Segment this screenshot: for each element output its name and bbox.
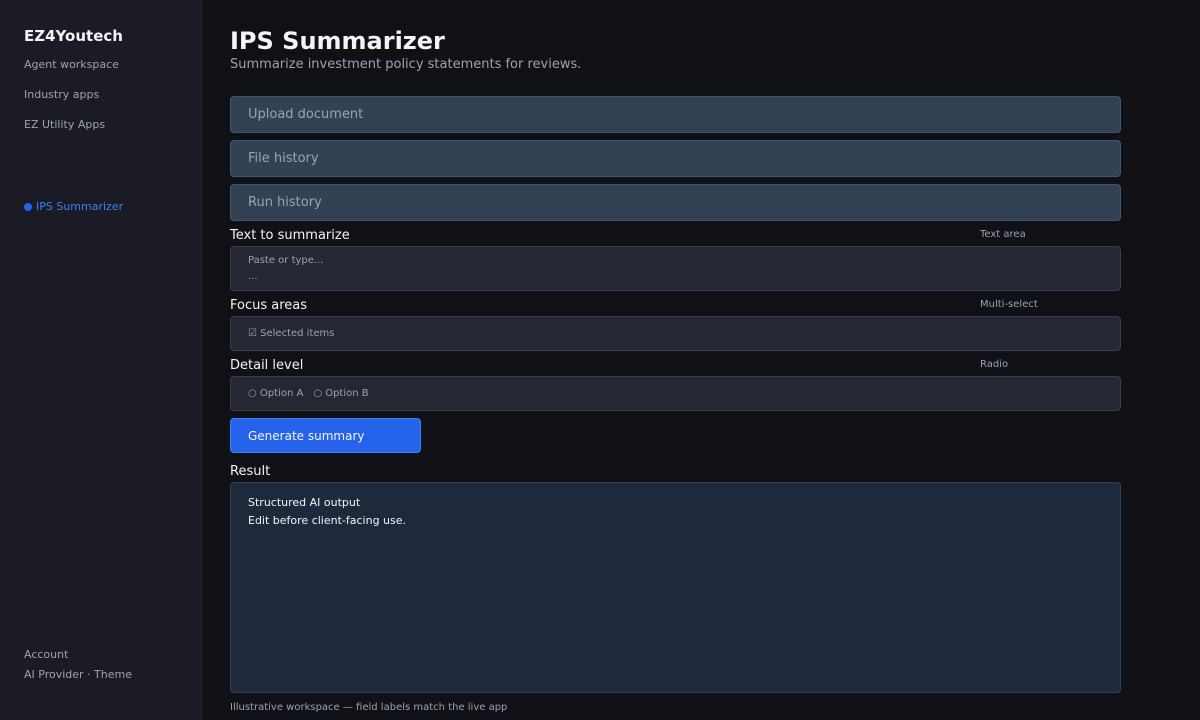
file-history-section[interactable]: File history bbox=[230, 140, 1121, 177]
sidebar-item-label: IPS Summarizer bbox=[36, 200, 124, 213]
result-line: Structured AI output bbox=[248, 496, 361, 509]
page-title: IPS Summarizer bbox=[230, 27, 445, 55]
sidebar: EZ4Youtech Agent workspace Industry apps… bbox=[0, 0, 202, 720]
text-to-summarize-label: Text to summarize bbox=[230, 228, 350, 243]
main-content: IPS Summarizer Summarize investment poli… bbox=[230, 0, 1122, 720]
account-link[interactable]: Account bbox=[24, 648, 68, 661]
detail-level-radio-group: ○ Option A ○ Option B bbox=[230, 376, 1121, 411]
field-type-radio: Radio bbox=[980, 359, 1009, 370]
field-type-multi-select: Multi-select bbox=[980, 299, 1038, 310]
upload-document-section[interactable]: Upload document bbox=[230, 96, 1121, 133]
sidebar-item-industry-apps[interactable]: Industry apps bbox=[24, 88, 99, 101]
focus-areas-label: Focus areas bbox=[230, 298, 308, 313]
detail-level-label: Detail level bbox=[230, 358, 304, 373]
field-type-text-area: Text area bbox=[980, 229, 1026, 240]
page-subtitle: Summarize investment policy statements f… bbox=[230, 57, 582, 72]
footer-note: Illustrative workspace — field labels ma… bbox=[230, 702, 508, 713]
result-output[interactable]: Structured AI output Edit before client-… bbox=[230, 482, 1121, 693]
textarea-ellipsis: ... bbox=[248, 271, 258, 282]
run-history-section[interactable]: Run history bbox=[230, 184, 1121, 221]
active-dot-icon bbox=[24, 202, 32, 211]
textarea-placeholder: Paste or type... bbox=[248, 255, 324, 266]
ai-provider-theme-link[interactable]: AI Provider · Theme bbox=[24, 668, 132, 681]
radio-option-b[interactable]: ○ Option B bbox=[313, 388, 368, 399]
multiselect-value: ☑ Selected items bbox=[248, 328, 335, 339]
sidebar-item-ips-summarizer[interactable]: IPS Summarizer bbox=[24, 200, 123, 213]
result-label: Result bbox=[230, 464, 271, 479]
radio-option-a[interactable]: ○ Option A bbox=[248, 388, 303, 399]
text-to-summarize-input[interactable]: Paste or type... ... bbox=[230, 246, 1121, 291]
focus-areas-multiselect[interactable]: ☑ Selected items bbox=[230, 316, 1121, 351]
brand-title: EZ4Youtech bbox=[24, 27, 123, 45]
sidebar-item-agent-workspace[interactable]: Agent workspace bbox=[24, 58, 119, 71]
generate-summary-button[interactable]: Generate summary bbox=[230, 418, 421, 453]
sidebar-item-ez-utility-apps[interactable]: EZ Utility Apps bbox=[24, 118, 105, 131]
result-line: Edit before client-facing use. bbox=[248, 514, 407, 527]
